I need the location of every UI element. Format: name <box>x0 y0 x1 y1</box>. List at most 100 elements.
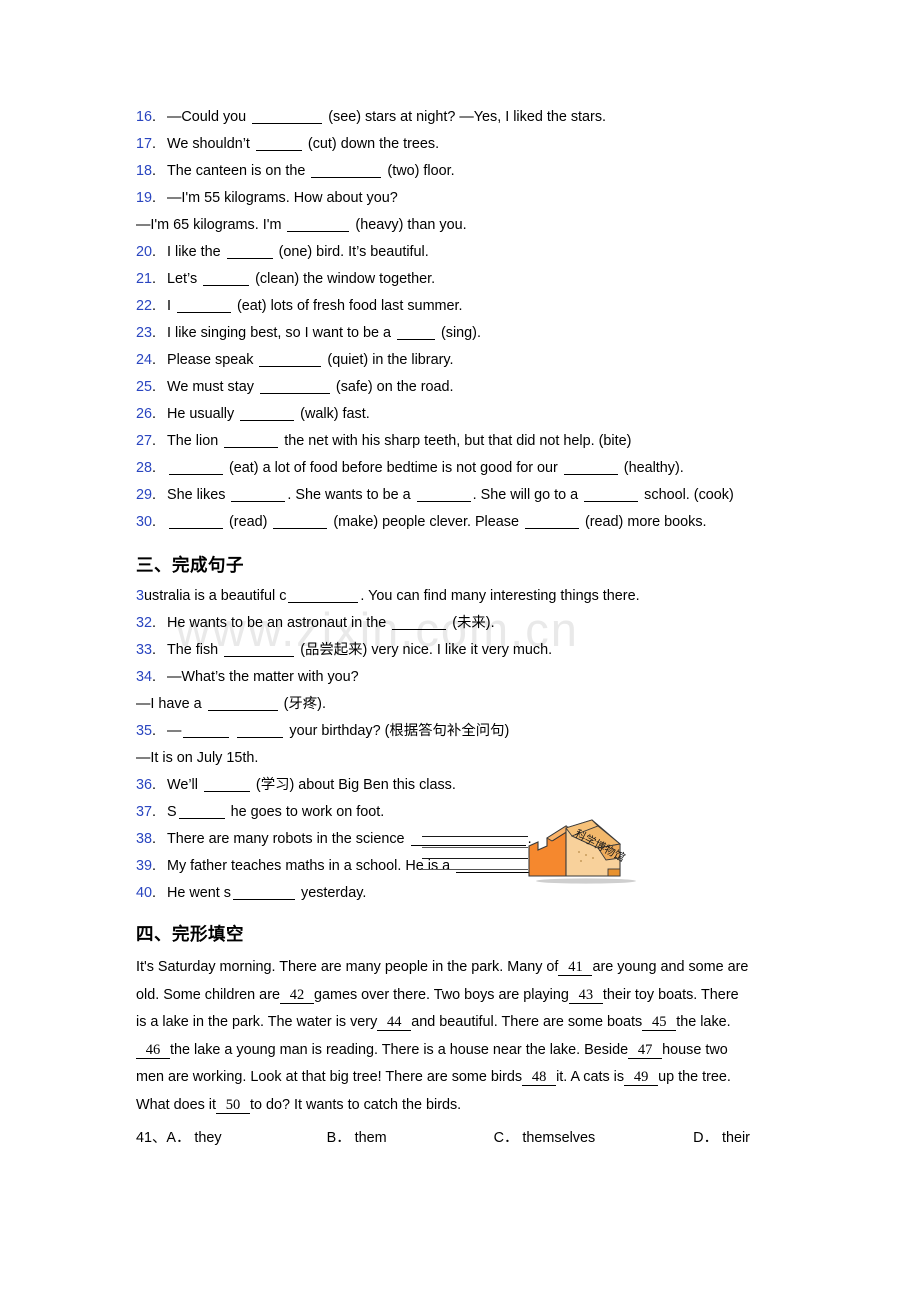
answer-option-C[interactable]: C． themselves <box>494 1126 596 1150</box>
question-line: 22. I (eat) lots of fresh food last summe… <box>136 293 792 320</box>
rule-line <box>422 858 528 859</box>
question-line: 35. — your birthday? (根据答句补全问句) <box>136 718 792 745</box>
fill-blank[interactable] <box>203 780 250 792</box>
cloze-blank-41[interactable]: 41 <box>558 960 593 976</box>
question-number: 22. <box>136 298 157 314</box>
question-line: 34. —What’s the matter with you? <box>136 664 792 691</box>
fill-blank[interactable] <box>226 247 273 259</box>
fill-blank[interactable] <box>563 463 618 475</box>
fill-blank[interactable] <box>240 409 295 421</box>
fill-blank[interactable] <box>169 463 223 475</box>
question-number: 27. <box>136 433 157 449</box>
question-line: 25. We must stay (safe) on the road. <box>136 374 792 401</box>
fill-blank[interactable] <box>207 699 278 711</box>
question-number: 33. <box>136 642 157 658</box>
answer-option-B[interactable]: B． them <box>327 1126 387 1150</box>
fill-blank[interactable] <box>524 517 579 529</box>
fill-blank[interactable] <box>231 490 286 502</box>
question-text: I like the (one) bird. It’s beautiful. <box>167 244 429 260</box>
cloze-blank-45[interactable]: 45 <box>642 1015 677 1031</box>
cloze-blank-42[interactable]: 42 <box>279 987 314 1004</box>
section-word-form: 16. —Could you (see) stars at night? —Yes… <box>136 104 792 536</box>
fill-blank[interactable] <box>203 274 250 286</box>
question-continuation: —It is on July 15th. <box>136 745 792 772</box>
question-text: The canteen is on the (two) floor. <box>167 163 455 179</box>
question-text: S he goes to work on foot. <box>167 804 385 820</box>
fill-blank[interactable] <box>169 517 223 529</box>
rule-line <box>422 847 528 848</box>
answer-option-D[interactable]: D． their <box>693 1126 750 1150</box>
question-text: —I have a (牙疼). <box>136 696 326 712</box>
question-line: 24. Please speak (quiet) in the library. <box>136 347 792 374</box>
question-line: 19. —I'm 55 kilograms. How about you? <box>136 185 792 212</box>
fill-blank[interactable] <box>224 645 295 657</box>
question-number: 38. <box>136 831 157 847</box>
cloze-question-41-options: 41、A． they B． them C． themselves D． their <box>136 1126 792 1150</box>
question-number: 34. <box>136 669 157 685</box>
fill-blank[interactable] <box>178 807 225 819</box>
question-number: 20. <box>136 244 157 260</box>
question-number: 21. <box>136 271 157 287</box>
fill-blank[interactable] <box>392 618 447 630</box>
question-number: 28. <box>136 460 157 476</box>
cloze-blank-47[interactable]: 47 <box>628 1042 663 1059</box>
question-line: 16. —Could you (see) stars at night? —Yes… <box>136 104 792 131</box>
cloze-blank-50[interactable]: 50 <box>216 1097 250 1114</box>
question-number: 29. <box>136 487 157 503</box>
fill-blank[interactable] <box>177 301 231 313</box>
fill-blank[interactable] <box>584 490 639 502</box>
question-text: She likes . She wants to be a . She will… <box>167 487 734 503</box>
fill-blank[interactable] <box>396 328 435 340</box>
answer-option-A[interactable]: A． they <box>166 1126 221 1150</box>
worksheet-page: www.zixin.com.cn 16. —Could you (see) sta… <box>0 0 920 1302</box>
cloze-blank-49[interactable]: 49 <box>624 1070 659 1086</box>
question-text: ustralia is a beautiful c. You can find … <box>144 588 640 604</box>
question-number: 26. <box>136 406 157 422</box>
question-text: He went s yesterday. <box>167 885 367 901</box>
question-line: 28. (eat) a lot of food before bedtime i… <box>136 455 792 482</box>
cloze-blank-43[interactable]: 43 <box>568 987 603 1004</box>
question-number: 17. <box>136 136 157 152</box>
fill-blank[interactable] <box>224 436 279 448</box>
question-text: (read) (make) people clever. Please (rea… <box>167 514 707 530</box>
question-number: 25. <box>136 379 157 395</box>
question-text: I like singing best, so I want to be a (… <box>167 325 481 341</box>
question-text: The lion the net with his sharp teeth, b… <box>167 433 632 449</box>
science-museum-illustration: 科学博物馆 <box>526 814 642 886</box>
cloze-blank-46[interactable]: 46 <box>136 1042 170 1059</box>
fill-blank[interactable] <box>287 220 350 232</box>
fill-blank[interactable] <box>252 112 323 124</box>
question-number: 35. <box>136 723 157 739</box>
cloze-line: old. Some children are 42 games over there… <box>136 986 739 1004</box>
fill-blank[interactable] <box>233 888 295 900</box>
cloze-line: What does it 50 to do? It wants to catch t… <box>136 1096 462 1114</box>
question-text: He wants to be an astronaut in the (未来). <box>167 615 495 631</box>
question-line: 21. Let’s (clean) the window together. <box>136 266 792 293</box>
question-text: —What’s the matter with you? <box>167 669 359 685</box>
fill-blank[interactable] <box>288 591 359 603</box>
question-text: Please speak (quiet) in the library. <box>167 352 454 368</box>
question-number: 32. <box>136 615 157 631</box>
question-line: 40. He went s yesterday. <box>136 880 792 907</box>
cloze-line: is a lake in the park. The water is very… <box>136 1014 731 1031</box>
question-line: 23. I like singing best, so I want to be … <box>136 320 792 347</box>
question-number: 40. <box>136 885 157 901</box>
fill-blank[interactable] <box>255 139 302 151</box>
fill-blank[interactable] <box>416 490 471 502</box>
cloze-blank-44[interactable]: 44 <box>377 1015 412 1031</box>
question-number: 18. <box>136 163 157 179</box>
fill-blank[interactable] <box>259 355 322 367</box>
question-text: —It is on July 15th. <box>136 750 259 766</box>
cloze-blank-48[interactable]: 48 <box>522 1070 557 1086</box>
option-question-number: 41、 <box>136 1130 167 1146</box>
fill-blank[interactable] <box>183 726 230 738</box>
section-cloze-passage: It's Saturday morning. There are many pe… <box>136 954 792 1119</box>
fill-blank[interactable] <box>259 382 330 394</box>
question-line: 20. I like the (one) bird. It’s beautiful… <box>136 239 792 266</box>
fill-blank[interactable] <box>273 517 328 529</box>
question-text: He usually (walk) fast. <box>167 406 370 422</box>
cloze-line: It's Saturday morning. There are many pe… <box>136 959 749 976</box>
fill-blank[interactable] <box>311 166 382 178</box>
question-line: 37. S he goes to work on foot. <box>136 799 792 826</box>
fill-blank[interactable] <box>237 726 284 738</box>
